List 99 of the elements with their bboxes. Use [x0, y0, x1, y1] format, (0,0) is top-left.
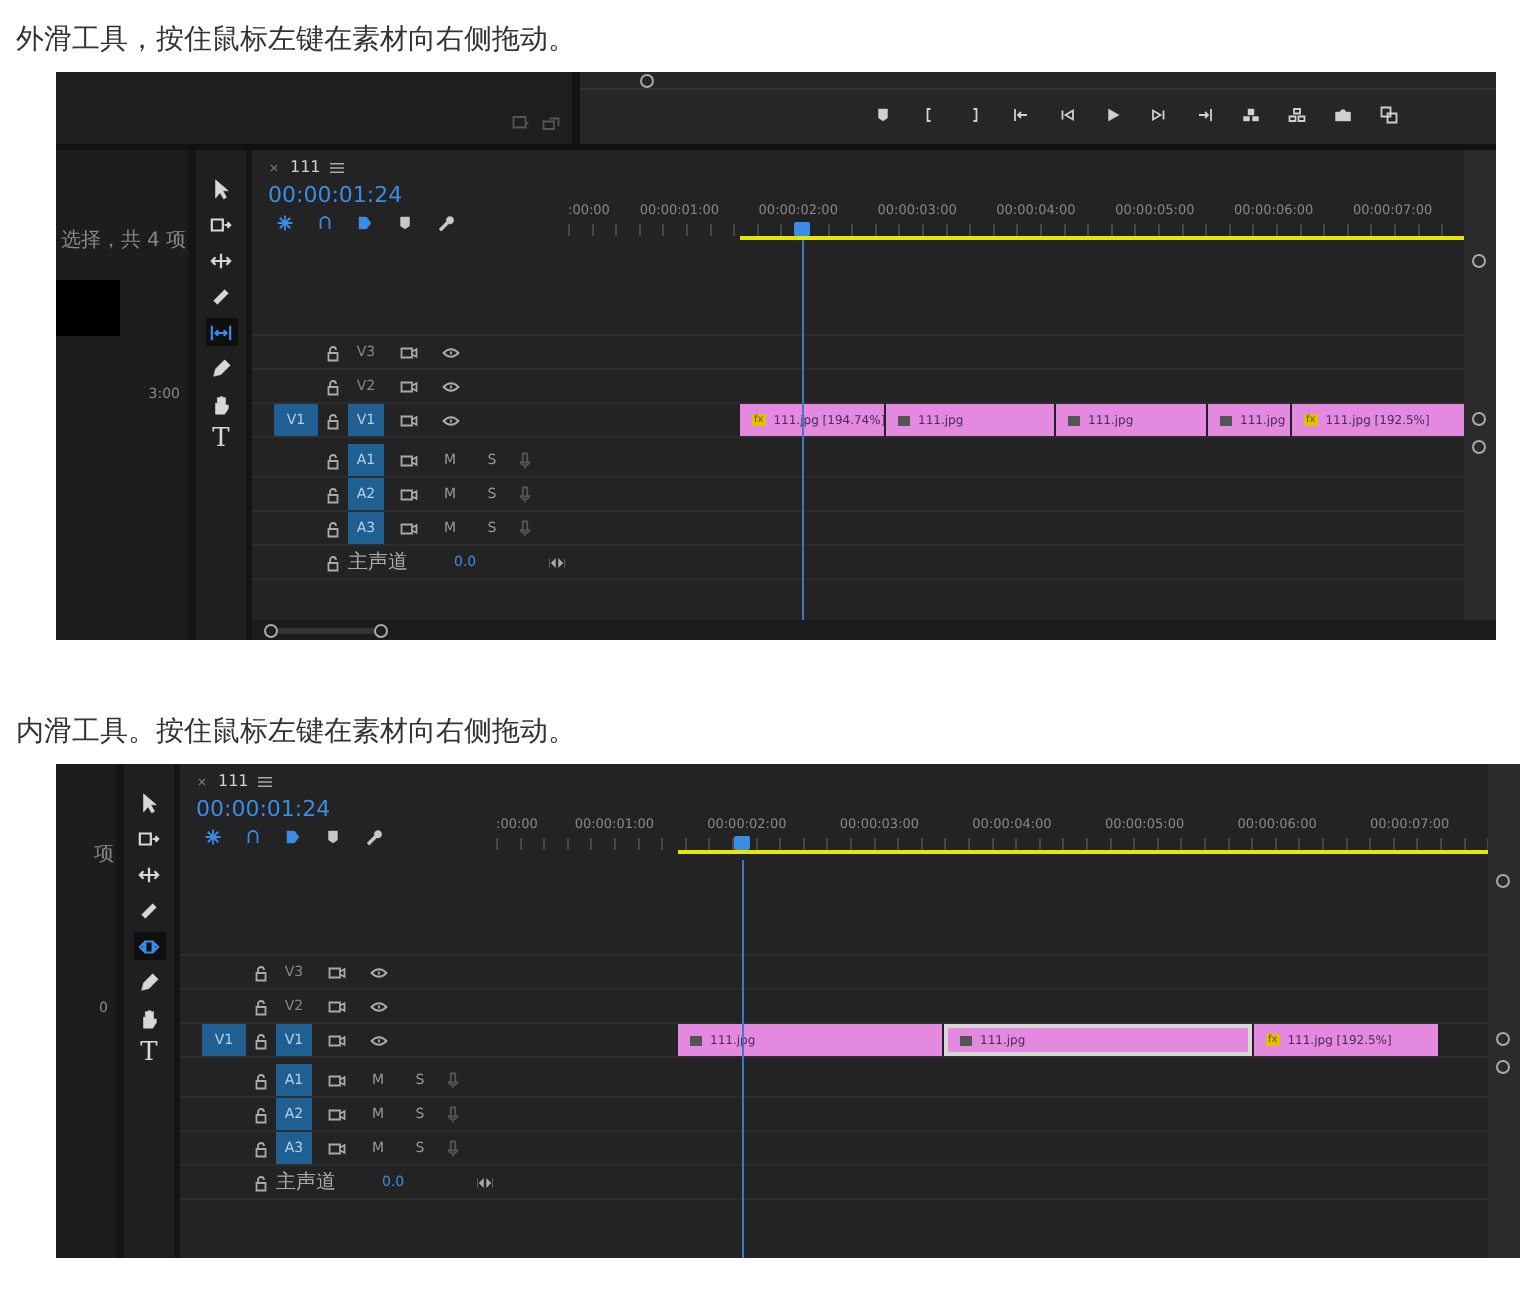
sync-lock-icon[interactable] — [399, 377, 417, 395]
image-icon — [690, 1035, 702, 1045]
horizontal-scrollbar[interactable] — [252, 620, 1496, 640]
project-text: 选择，共 4 项 — [60, 227, 186, 254]
play-icon[interactable] — [1104, 106, 1122, 124]
razor-icon — [138, 899, 160, 921]
camera-icon[interactable] — [1334, 106, 1352, 124]
slide-icon — [138, 935, 160, 957]
sync-lock-icon[interactable] — [327, 1031, 345, 1049]
arrow-icon — [210, 177, 232, 199]
lift-icon[interactable] — [1242, 106, 1260, 124]
image-icon — [1068, 415, 1080, 425]
lock-icon[interactable] — [252, 1173, 270, 1191]
lock-icon[interactable] — [324, 485, 342, 503]
lock-icon[interactable] — [324, 377, 342, 395]
eye-icon[interactable] — [441, 377, 459, 395]
wrench-icon[interactable] — [436, 214, 454, 232]
image-icon — [1220, 415, 1232, 425]
slip-icon — [210, 321, 232, 343]
nest-icon[interactable] — [204, 828, 222, 846]
step-back-icon[interactable] — [1058, 106, 1076, 124]
scrub-handle[interactable] — [640, 74, 654, 88]
lock-icon[interactable] — [252, 1139, 270, 1157]
razor-icon — [210, 285, 232, 307]
sync-lock-icon[interactable] — [399, 411, 417, 429]
timecode[interactable]: 00:00:01:24 — [196, 796, 496, 822]
linked-selection-icon[interactable] — [356, 214, 374, 232]
arrow-icon — [138, 791, 160, 813]
slip-tool[interactable] — [205, 318, 237, 346]
scroll-handle[interactable] — [1472, 254, 1486, 268]
sync-lock-icon[interactable] — [399, 519, 417, 537]
pen-icon — [138, 971, 160, 993]
eye-icon[interactable] — [369, 963, 387, 981]
linked-selection-icon[interactable] — [284, 828, 302, 846]
vertical-scrollbar[interactable] — [1488, 764, 1520, 1258]
type-tool[interactable]: T — [205, 426, 237, 454]
track-select-icon — [210, 213, 232, 235]
playhead-handle[interactable] — [734, 836, 750, 850]
magnet-icon[interactable] — [244, 828, 262, 846]
lock-icon[interactable] — [324, 553, 342, 571]
sync-lock-icon[interactable] — [327, 1105, 345, 1123]
ripple-edit-icon — [210, 249, 232, 271]
menu-icon[interactable] — [330, 161, 345, 173]
vertical-scrollbar[interactable] — [1464, 150, 1496, 620]
caption-text: 内滑工具。按住鼠标左键在素材向右侧拖动。 — [16, 714, 578, 752]
sequence-tab[interactable]: 111 — [218, 772, 249, 790]
sequence-tab[interactable]: 111 — [290, 158, 321, 176]
sync-lock-icon[interactable] — [399, 485, 417, 503]
marker-icon[interactable] — [396, 214, 414, 232]
extract-icon[interactable] — [1288, 106, 1306, 124]
lock-icon[interactable] — [324, 451, 342, 469]
close-icon[interactable] — [268, 161, 280, 173]
eye-icon[interactable] — [441, 343, 459, 361]
step-forward-icon[interactable] — [1150, 106, 1168, 124]
master-track-label: 主声道 — [348, 549, 410, 576]
lock-icon[interactable] — [324, 519, 342, 537]
compare-icon[interactable] — [1380, 106, 1398, 124]
lock-icon[interactable] — [252, 997, 270, 1015]
mixer-icon[interactable] — [476, 1173, 494, 1191]
type-tool[interactable]: T — [133, 1040, 165, 1068]
mixer-icon[interactable] — [548, 553, 566, 571]
lock-icon[interactable] — [252, 1031, 270, 1049]
sync-lock-icon[interactable] — [399, 451, 417, 469]
sync-lock-icon[interactable] — [327, 963, 345, 981]
track-select-icon — [138, 827, 160, 849]
nest-icon[interactable] — [276, 214, 294, 232]
lock-icon[interactable] — [252, 1071, 270, 1089]
sync-lock-icon[interactable] — [399, 343, 417, 361]
master-track-label: 主声道 — [276, 1169, 338, 1196]
lock-icon[interactable] — [252, 963, 270, 981]
marker-icon[interactable] — [874, 106, 892, 124]
caption-text: 外滑工具，按住鼠标左键在素材向右侧拖动。 — [16, 22, 578, 60]
magnet-icon[interactable] — [316, 214, 334, 232]
lock-icon[interactable] — [324, 411, 342, 429]
lock-icon[interactable] — [252, 1105, 270, 1123]
sync-lock-icon[interactable] — [327, 1139, 345, 1157]
project-text: 项 — [94, 842, 114, 868]
go-to-out-icon[interactable] — [1196, 106, 1214, 124]
marker-icon[interactable] — [324, 828, 342, 846]
hand-icon — [138, 1007, 160, 1029]
image-icon — [960, 1035, 972, 1045]
wrench-icon[interactable] — [364, 828, 382, 846]
image-icon — [898, 415, 910, 425]
menu-icon[interactable] — [258, 775, 273, 787]
scroll-handle[interactable] — [1496, 874, 1510, 888]
pen-icon — [210, 357, 232, 379]
lock-icon[interactable] — [324, 343, 342, 361]
sync-lock-icon[interactable] — [327, 997, 345, 1015]
eye-icon[interactable] — [369, 1031, 387, 1049]
slide-tool[interactable] — [133, 932, 165, 960]
go-to-in-icon[interactable] — [1012, 106, 1030, 124]
close-icon[interactable] — [196, 775, 208, 787]
timecode[interactable]: 00:00:01:24 — [268, 182, 568, 208]
eye-icon[interactable] — [369, 997, 387, 1015]
playhead-handle[interactable] — [794, 222, 810, 236]
hand-icon — [210, 393, 232, 415]
eye-icon[interactable] — [441, 411, 459, 429]
ripple-edit-icon — [138, 863, 160, 885]
sync-lock-icon[interactable] — [327, 1071, 345, 1089]
